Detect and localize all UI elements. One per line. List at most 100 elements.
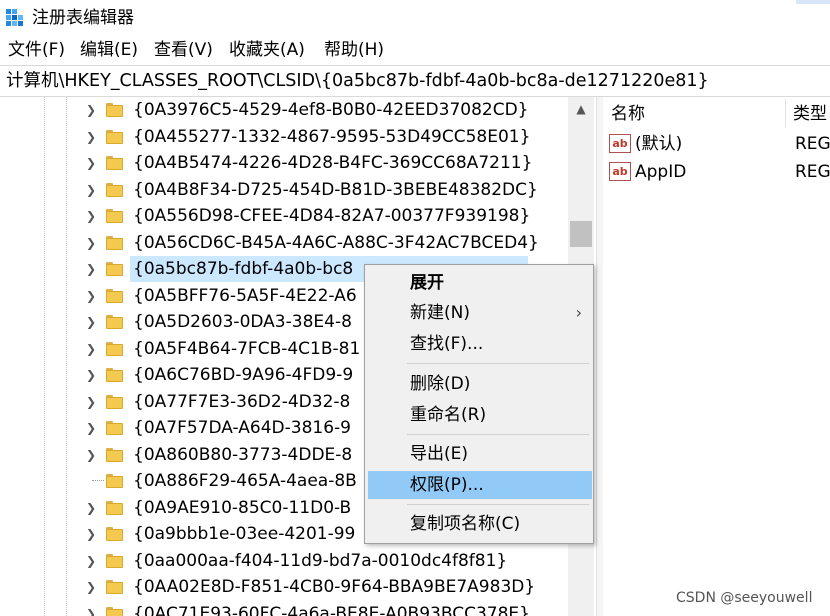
menu-item-label: 查找(F)... xyxy=(410,334,484,354)
tree-item[interactable]: ❯ {0aa000aa-f404-11d9-bd7a-0010dc4f8f81} xyxy=(0,548,568,574)
menu-item-new[interactable]: 新建(N) › xyxy=(368,299,592,327)
chevron-right-icon[interactable]: ❯ xyxy=(84,207,98,225)
menu-separator xyxy=(407,434,589,435)
chevron-right-icon[interactable]: ❯ xyxy=(84,287,98,305)
column-header-type[interactable]: 类型 xyxy=(793,101,827,127)
value-row[interactable]: ab (默认) REG xyxy=(603,131,830,157)
folder-icon xyxy=(106,606,123,616)
tree-item-label: {0A6C76BD-9A96-4FD9-9 xyxy=(133,365,354,385)
folder-icon xyxy=(106,182,123,197)
menu-help[interactable]: 帮助(H) xyxy=(322,38,386,62)
tree-item[interactable]: ❯ {0A455277-1332-4867-9595-53D49CC58E01} xyxy=(0,124,568,150)
folder-icon xyxy=(106,235,123,250)
title-bar: 注册表编辑器 xyxy=(0,0,830,36)
tree-item[interactable]: ❯ {0AC71E93-60FC-4a6a-BE8E-A0B93BCC378E} xyxy=(0,601,568,616)
tree-item[interactable]: ❯ {0A556D98-CFEE-4D84-82A7-00377F939198} xyxy=(0,203,568,229)
folder-icon xyxy=(106,474,123,488)
pane-splitter[interactable] xyxy=(596,97,603,616)
chevron-right-icon[interactable]: ❯ xyxy=(84,578,98,596)
tree-connector xyxy=(92,480,104,481)
chevron-right-icon[interactable]: ❯ xyxy=(84,499,98,517)
chevron-right-icon[interactable]: ❯ xyxy=(84,234,98,252)
tree-item-label: {0A860B80-3773-4DDE-8 xyxy=(133,444,353,465)
chevron-right-icon[interactable]: ❯ xyxy=(84,366,98,384)
folder-icon xyxy=(106,209,123,223)
chevron-right-icon[interactable]: ❯ xyxy=(84,181,98,199)
menu-item-delete[interactable]: 删除(D) xyxy=(368,370,592,398)
tree-item-label: {0A5D2603-0DA3-38E4-8 xyxy=(133,312,352,332)
menu-item-label: 复制项名称(C) xyxy=(410,514,521,534)
value-name: AppID xyxy=(635,162,687,182)
chevron-right-icon[interactable]: ❯ xyxy=(84,260,98,278)
folder-icon xyxy=(106,527,123,541)
menu-favorites[interactable]: 收藏夹(A) xyxy=(227,38,307,62)
tree-item-label: {0A4B8F34-D725-454D-B81D-3BEBE48382DC} xyxy=(133,179,538,200)
chevron-right-icon[interactable]: ❯ xyxy=(84,419,98,437)
scroll-up-icon[interactable]: ▲ xyxy=(574,101,588,117)
menu-item-label: 新建(N) xyxy=(410,303,470,323)
folder-icon xyxy=(106,394,123,409)
tree-item-label: {0a9bbb1e-03ee-4201-99 xyxy=(133,524,356,544)
tree-item-label: {0A4B5474-4226-4D28-B4FC-369CC68A7211} xyxy=(133,153,533,173)
folder-icon xyxy=(106,500,123,515)
window-title: 注册表编辑器 xyxy=(32,8,134,28)
tree-item[interactable]: ❯ {0A4B5474-4226-4D28-B4FC-369CC68A7211} xyxy=(0,150,568,176)
chevron-right-icon[interactable]: ❯ xyxy=(84,552,98,570)
folder-icon xyxy=(106,580,123,594)
tree-item-label: {0A556D98-CFEE-4D84-82A7-00377F939198} xyxy=(133,206,531,226)
scroll-thumb[interactable] xyxy=(570,221,592,247)
string-value-icon: ab xyxy=(609,162,631,181)
tree-item[interactable]: ❯ {0A56CD6C-B45A-4A6C-A88C-3F42AC7BCED4} xyxy=(0,230,568,256)
context-menu: 展开 新建(N) › 查找(F)... 删除(D) 重命名(R) 导出(E) 权… xyxy=(364,264,594,544)
chevron-right-icon: › xyxy=(575,303,582,322)
menu-item-expand[interactable]: 展开 xyxy=(368,269,592,297)
folder-icon xyxy=(106,368,123,382)
menu-item-rename[interactable]: 重命名(R) xyxy=(368,401,592,429)
tree-item-label: {0AA02E8D-F851-4CB0-9F64-BBA9BE7A983D} xyxy=(133,577,536,597)
tree-item-label: {0A5F4B64-7FCB-4C1B-81 xyxy=(133,338,361,359)
folder-icon xyxy=(106,103,123,117)
menu-item-find[interactable]: 查找(F)... xyxy=(368,330,592,358)
column-header-name[interactable]: 名称 xyxy=(611,101,645,127)
tree-item[interactable]: ❯ {0AA02E8D-F851-4CB0-9F64-BBA9BE7A983D} xyxy=(0,574,568,600)
tree-item[interactable]: ❯ {0A3976C5-4529-4ef8-B0B0-42EED37082CD} xyxy=(0,97,568,123)
tree-item-label: {0A77F7E3-36D2-4D32-8 xyxy=(133,391,351,412)
folder-icon xyxy=(106,447,123,462)
chevron-right-icon[interactable]: ❯ xyxy=(84,154,98,172)
tree-item-label: {0A9AE910-85C0-11D0-B xyxy=(133,497,352,518)
menu-item-export[interactable]: 导出(E) xyxy=(368,440,592,468)
menu-item-label: 权限(P)... xyxy=(410,475,484,495)
value-type: REG xyxy=(795,134,830,154)
menu-item-permissions[interactable]: 权限(P)... xyxy=(368,471,592,499)
chevron-right-icon[interactable]: ❯ xyxy=(84,128,98,146)
column-divider[interactable] xyxy=(785,99,786,127)
value-row[interactable]: ab AppID REG xyxy=(603,159,830,185)
menu-item-label: 删除(D) xyxy=(410,374,471,394)
chevron-right-icon[interactable]: ❯ xyxy=(84,605,98,616)
menu-view[interactable]: 查看(V) xyxy=(152,38,215,62)
value-type: REG xyxy=(795,162,830,182)
tree-item[interactable]: ❯ {0A4B8F34-D725-454D-B81D-3BEBE48382DC} xyxy=(0,177,568,203)
tree-item-label: {0A7F57DA-A64D-3816-9 xyxy=(133,418,351,438)
tree-item-label: {0A886F29-465A-4aea-8B xyxy=(133,471,357,491)
menu-item-label: 重命名(R) xyxy=(410,405,487,425)
chevron-right-icon[interactable]: ❯ xyxy=(84,446,98,464)
address-path[interactable]: 计算机\HKEY_CLASSES_ROOT\CLSID\{0a5bc87b-fd… xyxy=(6,69,709,93)
menu-edit[interactable]: 编辑(E) xyxy=(78,38,140,62)
menu-separator xyxy=(407,504,589,505)
tree-item-label: {0A5BFF76-5A5F-4E22-A6 xyxy=(133,285,357,306)
chevron-right-icon[interactable]: ❯ xyxy=(84,101,98,119)
menu-item-copy-key-name[interactable]: 复制项名称(C) xyxy=(368,510,592,538)
folder-icon xyxy=(106,421,123,435)
folder-icon xyxy=(106,315,123,329)
menu-file[interactable]: 文件(F) xyxy=(6,38,67,62)
chevron-right-icon[interactable]: ❯ xyxy=(84,313,98,331)
folder-icon xyxy=(106,262,123,276)
value-name: (默认) xyxy=(635,134,683,154)
chevron-right-icon[interactable]: ❯ xyxy=(84,340,98,358)
chevron-right-icon[interactable]: ❯ xyxy=(84,525,98,543)
address-bar[interactable]: 计算机\HKEY_CLASSES_ROOT\CLSID\{0a5bc87b-fd… xyxy=(0,65,830,97)
tree-item-label: {0A56CD6C-B45A-4A6C-A88C-3F42AC7BCED4} xyxy=(133,232,539,253)
chevron-right-icon[interactable]: ❯ xyxy=(84,393,98,411)
folder-icon xyxy=(106,129,123,144)
